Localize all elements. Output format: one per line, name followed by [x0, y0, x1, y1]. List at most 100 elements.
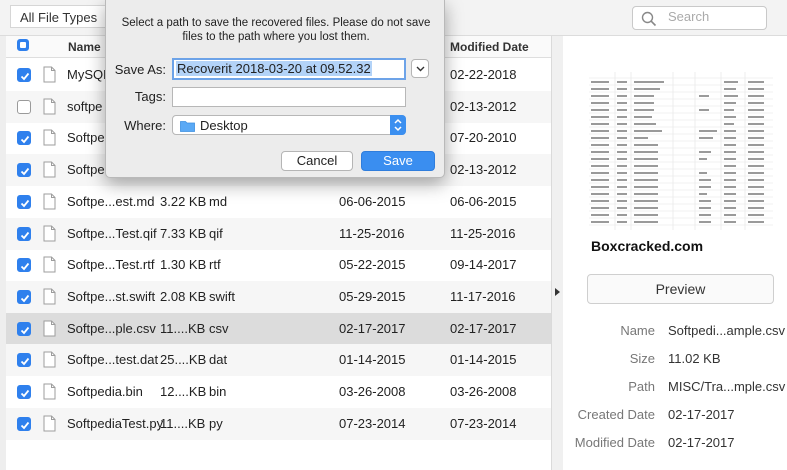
indeterminate-mark	[20, 42, 26, 48]
row-checkbox[interactable]	[17, 131, 31, 146]
file-name: Softpe...test.dat	[67, 352, 159, 368]
preview-pane: Boxcracked.com Preview Name Softpedi...am…	[563, 36, 787, 470]
row-checkbox[interactable]	[17, 353, 31, 368]
row-checkbox[interactable]	[17, 289, 31, 304]
row-checkbox[interactable]	[17, 226, 31, 241]
checkmark-icon	[20, 421, 30, 430]
detail-key: Size	[629, 351, 655, 366]
table-row[interactable]: Softpe...Test.qif 7.33 KB qif 11-25-2016 11-…	[0, 217, 552, 250]
modified-date: 09-14-2017	[450, 257, 517, 273]
file-name: Softpedia.bin	[67, 384, 143, 399]
table-row[interactable]: Softpe...est.md 3.22 KB md 06-06-2015 06-06-…	[0, 186, 552, 218]
created-date: 01-14-2015	[339, 352, 406, 368]
save-button[interactable]: Save	[361, 151, 435, 171]
file-size: 2.08 KB	[160, 288, 207, 304]
expand-arrow-icon[interactable]	[555, 288, 560, 296]
created-date: 06-06-2015	[339, 193, 406, 209]
detail-value: 02-17-2017	[668, 407, 735, 422]
save-as-label: Save As:	[114, 62, 166, 77]
table-row[interactable]: Softpe...st.swift 2.08 KB swift 05-29-2015 1…	[0, 280, 552, 313]
file-size: 12....KB	[160, 384, 207, 399]
checkmark-icon	[20, 358, 30, 366]
search-icon	[641, 11, 657, 27]
row-checkbox[interactable]	[17, 99, 31, 114]
watermark-text: Boxcracked.com	[591, 238, 704, 254]
file-name: Softpe...ple.csv	[67, 320, 156, 336]
modified-date: 02-13-2012	[450, 162, 517, 178]
checkmark-icon	[20, 199, 30, 208]
document-icon	[43, 225, 56, 241]
left-edge	[0, 36, 6, 470]
detail-value: 02-17-2017	[668, 435, 735, 450]
file-name: Softpe...st.swift	[67, 288, 156, 304]
row-checkbox[interactable]	[17, 163, 31, 178]
file-type: qif	[209, 225, 223, 241]
modified-date: 06-06-2015	[450, 193, 517, 209]
save-as-value: Recoverit 2018-03-20 at 09.52.32	[176, 61, 372, 76]
file-type: rtf	[209, 257, 221, 273]
cancel-button[interactable]: Cancel	[281, 151, 353, 171]
file-size: 25....KB	[160, 352, 207, 368]
folder-icon	[180, 121, 195, 132]
row-checkbox[interactable]	[17, 194, 31, 209]
row-checkbox[interactable]	[17, 416, 31, 431]
file-size: 11....KB	[160, 415, 206, 431]
modified-date: 11-17-2016	[450, 288, 516, 304]
checkmark-icon	[20, 326, 30, 334]
table-row[interactable]: Softpe...Test.rtf 1.30 KB rtf 05-22-2015 09-…	[0, 249, 552, 281]
row-checkbox[interactable]	[17, 258, 31, 273]
checkmark-icon	[20, 294, 30, 303]
row-checkbox[interactable]	[17, 321, 31, 336]
preview-button[interactable]: Preview	[587, 274, 774, 304]
expand-dialog-button[interactable]	[411, 59, 429, 78]
save-as-field[interactable]: Recoverit 2018-03-20 at 09.52.32	[172, 58, 406, 80]
checkmark-icon	[20, 263, 30, 271]
checkmark-icon	[20, 231, 30, 239]
checkmark-icon	[20, 136, 30, 144]
document-icon	[43, 161, 56, 178]
file-thumbnail	[589, 72, 773, 230]
file-name: Softpe...Test.rtf	[67, 257, 155, 273]
document-icon	[43, 129, 56, 146]
document-icon	[43, 383, 56, 400]
file-type-filter[interactable]: All File Types	[10, 5, 110, 28]
document-icon	[43, 415, 56, 432]
table-row[interactable]: Softpedia.bin 12....KB bin 03-26-2008 03-26-…	[0, 376, 552, 408]
where-label: Where:	[124, 118, 166, 133]
tags-label: Tags:	[134, 89, 166, 104]
created-date: 07-23-2014	[339, 415, 406, 431]
modified-date: 07-20-2010	[450, 130, 517, 146]
modified-date: 03-26-2008	[450, 384, 517, 399]
dialog-message: Select a path to save the recovered file…	[121, 17, 431, 43]
tags-field[interactable]	[172, 87, 406, 107]
row-checkbox[interactable]	[17, 68, 31, 82]
checkmark-icon	[20, 389, 30, 398]
created-date: 03-26-2008	[339, 384, 406, 399]
created-date: 02-17-2017	[339, 320, 406, 336]
search-input[interactable]: Search	[632, 6, 767, 30]
document-icon	[43, 193, 56, 210]
detail-value: Softpedi...ample.csv	[668, 323, 786, 338]
column-modified-date[interactable]: Modified Date	[450, 40, 529, 54]
row-checkbox[interactable]	[17, 385, 31, 399]
file-name: Softpe.	[67, 162, 109, 178]
table-row[interactable]: Softpe...ple.csv 11....KB csv 02-17-2017 02-…	[0, 312, 552, 345]
table-row[interactable]: Softpe...test.dat 25....KB dat 01-14-2015 01…	[0, 344, 552, 377]
modified-date: 02-13-2012	[450, 98, 517, 114]
column-name[interactable]: Name	[68, 40, 101, 54]
table-row[interactable]: SoftpediaTest.py 11....KB py 07-23-2014 07-2…	[0, 407, 552, 440]
file-name: Softpe.	[67, 130, 109, 146]
select-all-checkbox[interactable]	[17, 39, 29, 51]
pane-divider[interactable]	[551, 36, 563, 470]
where-select[interactable]: Desktop	[172, 115, 406, 135]
created-date: 05-22-2015	[339, 257, 406, 273]
created-date: 05-29-2015	[339, 288, 406, 304]
document-icon	[43, 288, 56, 305]
file-type: swift	[209, 288, 235, 304]
file-name: MySQL	[67, 67, 111, 82]
document-icon	[43, 66, 56, 83]
save-dialog: Select a path to save the recovered file…	[105, 0, 445, 178]
modified-date: 02-17-2017	[450, 320, 517, 336]
document-icon	[43, 320, 56, 337]
file-type: dat	[209, 352, 228, 368]
